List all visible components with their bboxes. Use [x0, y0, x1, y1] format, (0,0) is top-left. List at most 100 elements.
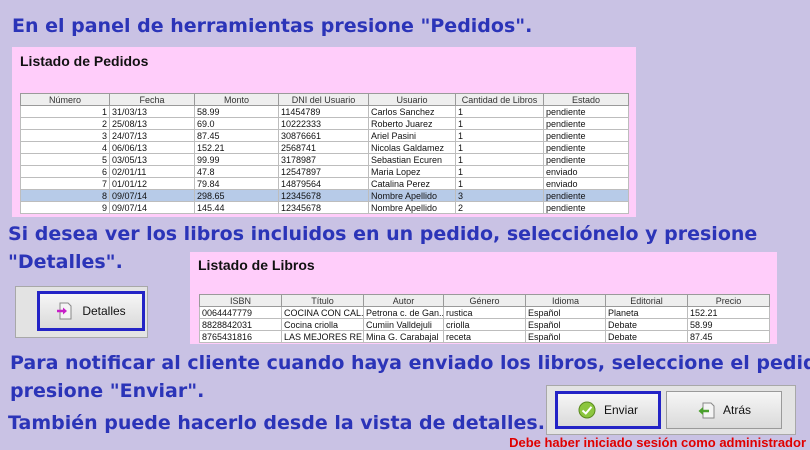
- column-header[interactable]: Estado: [543, 93, 629, 106]
- table-cell: enviado: [543, 165, 629, 178]
- table-row[interactable]: 8828842031 Cocina criolla Cumiin Valldejul…: [199, 318, 770, 331]
- table-row[interactable]: 7 01/01/12 79.84 14879564 Catalina Perez 1 env…: [20, 177, 629, 190]
- table-cell: enviado: [543, 177, 629, 190]
- table-cell: COCINA CON CAL...: [281, 306, 364, 319]
- table-row[interactable]: 5 03/05/13 99.99 3178987 Sebastian Ecuren 1 pe…: [20, 153, 629, 166]
- instruction-step1: En el panel de herramientas presione "Pe…: [12, 15, 533, 37]
- table-cell: Nombre Apellido: [368, 189, 456, 202]
- table-cell: 10222333: [278, 117, 369, 130]
- table-cell: Debate: [605, 330, 688, 343]
- table-cell: 9: [20, 201, 110, 214]
- table-cell: 09/07/14: [109, 189, 195, 202]
- instruction-step2-line2: "Detalles".: [8, 251, 123, 273]
- column-header[interactable]: Editorial: [605, 294, 688, 307]
- table-row[interactable]: 6 02/01/11 47.8 12547897 Maria Lopez 1 enviado: [20, 165, 629, 178]
- column-header[interactable]: Autor: [363, 294, 444, 307]
- table-cell: 87.45: [687, 330, 770, 343]
- table-cell: 3: [455, 189, 544, 202]
- table-cell: Español: [525, 330, 606, 343]
- table-cell: Español: [525, 306, 606, 319]
- table-cell: 12345678: [278, 189, 369, 202]
- column-header[interactable]: Idioma: [525, 294, 606, 307]
- table-cell: 47.8: [194, 165, 279, 178]
- table-cell: 2: [455, 201, 544, 214]
- table-cell: 2: [20, 117, 110, 130]
- table-cell: 06/06/13: [109, 141, 195, 154]
- table-cell: 1: [455, 177, 544, 190]
- table-row[interactable]: 8765431816 LAS MEJORES RE... Mina G. Carab…: [199, 330, 770, 343]
- table-cell: 1: [455, 105, 544, 118]
- check-icon: [578, 401, 596, 419]
- back-arrow-icon: [697, 401, 715, 419]
- table-cell: LAS MEJORES RE...: [281, 330, 364, 343]
- table-cell: pendiente: [543, 117, 629, 130]
- admin-note: Debe haber iniciado sesión como administ…: [509, 435, 806, 450]
- table-cell: 5: [20, 153, 110, 166]
- books-table[interactable]: ISBN Título Autor Género Idioma Editorial Prec…: [199, 294, 770, 343]
- table-cell: Ariel Pasini: [368, 129, 456, 142]
- table-cell: Debate: [605, 318, 688, 331]
- table-cell: 01/01/12: [109, 177, 195, 190]
- instruction-step4: También puede hacerlo desde la vista de …: [8, 412, 545, 434]
- table-cell: 6: [20, 165, 110, 178]
- column-header[interactable]: Género: [443, 294, 526, 307]
- table-cell: 12547897: [278, 165, 369, 178]
- orders-table[interactable]: Número Fecha Monto DNI del Usuario Usuario Ca…: [20, 93, 629, 214]
- atras-button[interactable]: Atrás: [666, 391, 782, 429]
- table-cell: 24/07/13: [109, 129, 195, 142]
- table-cell: 11454789: [278, 105, 369, 118]
- enviar-button-label: Enviar: [603, 403, 638, 417]
- column-header[interactable]: Usuario: [368, 93, 456, 106]
- table-cell: 3: [20, 129, 110, 142]
- table-cell: pendiente: [543, 201, 629, 214]
- table-cell: Roberto Juarez: [368, 117, 456, 130]
- table-cell: 298.65: [194, 189, 279, 202]
- column-header[interactable]: Fecha: [109, 93, 195, 106]
- table-cell: 1: [455, 129, 544, 142]
- table-row[interactable]: 0064447779 COCINA CON CAL... Petrona c. de…: [199, 306, 770, 319]
- column-header[interactable]: Título: [281, 294, 364, 307]
- table-cell: 02/01/11: [109, 165, 195, 178]
- enviar-button[interactable]: Enviar: [555, 391, 661, 429]
- table-cell: 99.99: [194, 153, 279, 166]
- table-cell: 14879564: [278, 177, 369, 190]
- table-row[interactable]: 1 31/03/13 58.99 11454789 Carlos Sanchez 1 pen…: [20, 105, 629, 118]
- column-header[interactable]: Monto: [194, 93, 279, 106]
- table-cell: Cumiin Valldejuli: [363, 318, 444, 331]
- table-row[interactable]: 3 24/07/13 87.45 30876661 Ariel Pasini 1 pendi…: [20, 129, 629, 142]
- table-cell: Maria Lopez: [368, 165, 456, 178]
- detalles-button[interactable]: Detalles: [37, 291, 145, 331]
- table-cell: pendiente: [543, 153, 629, 166]
- table-row[interactable]: 9 09/07/14 145.44 12345678 Nombre Apellido 2 p…: [20, 201, 629, 214]
- atras-button-label: Atrás: [722, 403, 751, 417]
- table-cell: 1: [20, 105, 110, 118]
- table-cell: Nicolas Galdamez: [368, 141, 456, 154]
- column-header[interactable]: Número: [20, 93, 110, 106]
- table-cell: 8828842031: [199, 318, 282, 331]
- table-cell: 1: [455, 117, 544, 130]
- column-header[interactable]: DNI del Usuario: [278, 93, 369, 106]
- table-cell: Mina G. Carabajal: [363, 330, 444, 343]
- books-panel-title: Listado de Libros: [198, 257, 315, 273]
- table-cell: 87.45: [194, 129, 279, 142]
- table-cell: 1: [455, 165, 544, 178]
- column-header[interactable]: Cantidad de Libros: [455, 93, 544, 106]
- table-row[interactable]: 2 25/08/13 69.0 10222333 Roberto Juarez 1 pend…: [20, 117, 629, 130]
- column-header[interactable]: Precio: [687, 294, 770, 307]
- table-cell: 69.0: [194, 117, 279, 130]
- table-cell: 03/05/13: [109, 153, 195, 166]
- column-header[interactable]: ISBN: [199, 294, 282, 307]
- table-row[interactable]: 4 06/06/13 152.21 2568741 Nicolas Galdamez 1 p…: [20, 141, 629, 154]
- table-cell: pendiente: [543, 141, 629, 154]
- instruction-step3-line2: presione "Enviar".: [10, 380, 205, 402]
- table-cell: receta: [443, 330, 526, 343]
- table-cell: 8: [20, 189, 110, 202]
- table-cell: Cocina criolla: [281, 318, 364, 331]
- table-cell: criolla: [443, 318, 526, 331]
- table-cell: 1: [455, 153, 544, 166]
- document-arrow-icon: [56, 302, 74, 320]
- table-row[interactable]: 8 09/07/14 298.65 12345678 Nombre Apellido 3 p…: [20, 189, 629, 202]
- table-cell: 4: [20, 141, 110, 154]
- table-cell: 12345678: [278, 201, 369, 214]
- instruction-step2-line1: Si desea ver los libros incluidos en un …: [8, 223, 758, 245]
